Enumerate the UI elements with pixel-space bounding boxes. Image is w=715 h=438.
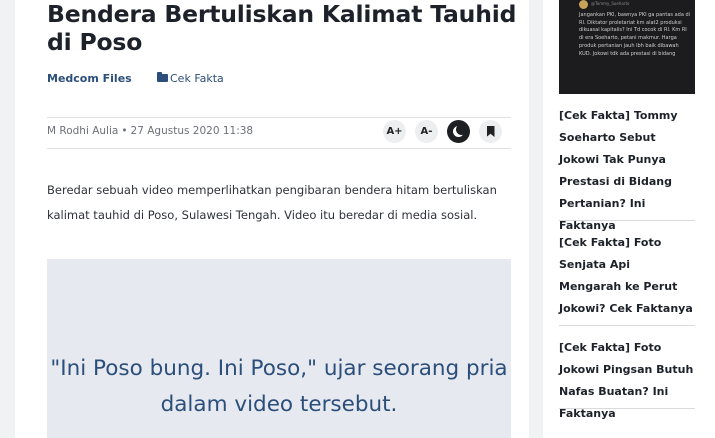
sidebar-divider: [559, 220, 695, 221]
author-name: M Rodhi Aulia: [47, 125, 119, 137]
article-paragraph: Beredar sebuah video memperlihatkan peng…: [47, 183, 497, 222]
dark-mode-button[interactable]: [447, 120, 470, 143]
bookmark-icon: [486, 126, 495, 137]
folder-icon: [157, 72, 168, 82]
font-decrease-label: A-: [420, 126, 433, 137]
related-thumbnail[interactable]: @Tommy_Soeharto Jangankan PKI, bawnya PK…: [559, 0, 695, 94]
sidebar-divider: [559, 325, 695, 326]
divider: [47, 148, 511, 149]
byline-separator: •: [121, 125, 128, 137]
quote-text: "Ini Poso bung. Ini Poso," ujar seorang …: [50, 356, 508, 417]
font-decrease-button[interactable]: A-: [415, 120, 438, 143]
divider: [47, 117, 511, 118]
bookmark-button[interactable]: [479, 120, 502, 143]
byline: M Rodhi Aulia • 27 Agustus 2020 11:38: [47, 125, 253, 137]
font-increase-button[interactable]: A+: [383, 120, 406, 143]
publish-date: 27 Agustus 2020 11:38: [130, 125, 254, 137]
font-increase-label: A+: [386, 126, 403, 137]
moon-icon: [456, 124, 467, 135]
category-link[interactable]: Cek Fakta: [157, 72, 224, 85]
thumbnail-handle: @Tommy_Soeharto: [591, 1, 630, 6]
sidebar-item-pingsan[interactable]: [Cek Fakta] Foto Jokowi Pingsan Butuh Na…: [559, 337, 695, 425]
sidebar-divider: [559, 408, 695, 409]
article-panel: Bendera Bertuliskan Kalimat Tauhid di Po…: [15, 0, 529, 438]
sidebar: @Tommy_Soeharto Jangankan PKI, bawnya PK…: [543, 0, 715, 438]
category-label: Cek Fakta: [170, 72, 224, 85]
source-link[interactable]: Medcom Files: [47, 72, 132, 85]
avatar: [579, 0, 588, 9]
article-title: Bendera Bertuliskan Kalimat Tauhid di Po…: [47, 0, 517, 56]
sidebar-item-senjata[interactable]: [Cek Fakta] Foto Senjata Api Mengarah ke…: [559, 232, 695, 320]
sidebar-item-tommy[interactable]: [Cek Fakta] Tommy Soeharto Sebut Jokowi …: [559, 105, 695, 237]
quote-block: "Ini Poso bung. Ini Poso," ujar seorang …: [47, 259, 511, 438]
article-meta: Medcom Files Cek Fakta: [47, 72, 224, 85]
thumbnail-text: Jangankan PKI, bawnya PKI ga pantas ada …: [579, 12, 691, 57]
